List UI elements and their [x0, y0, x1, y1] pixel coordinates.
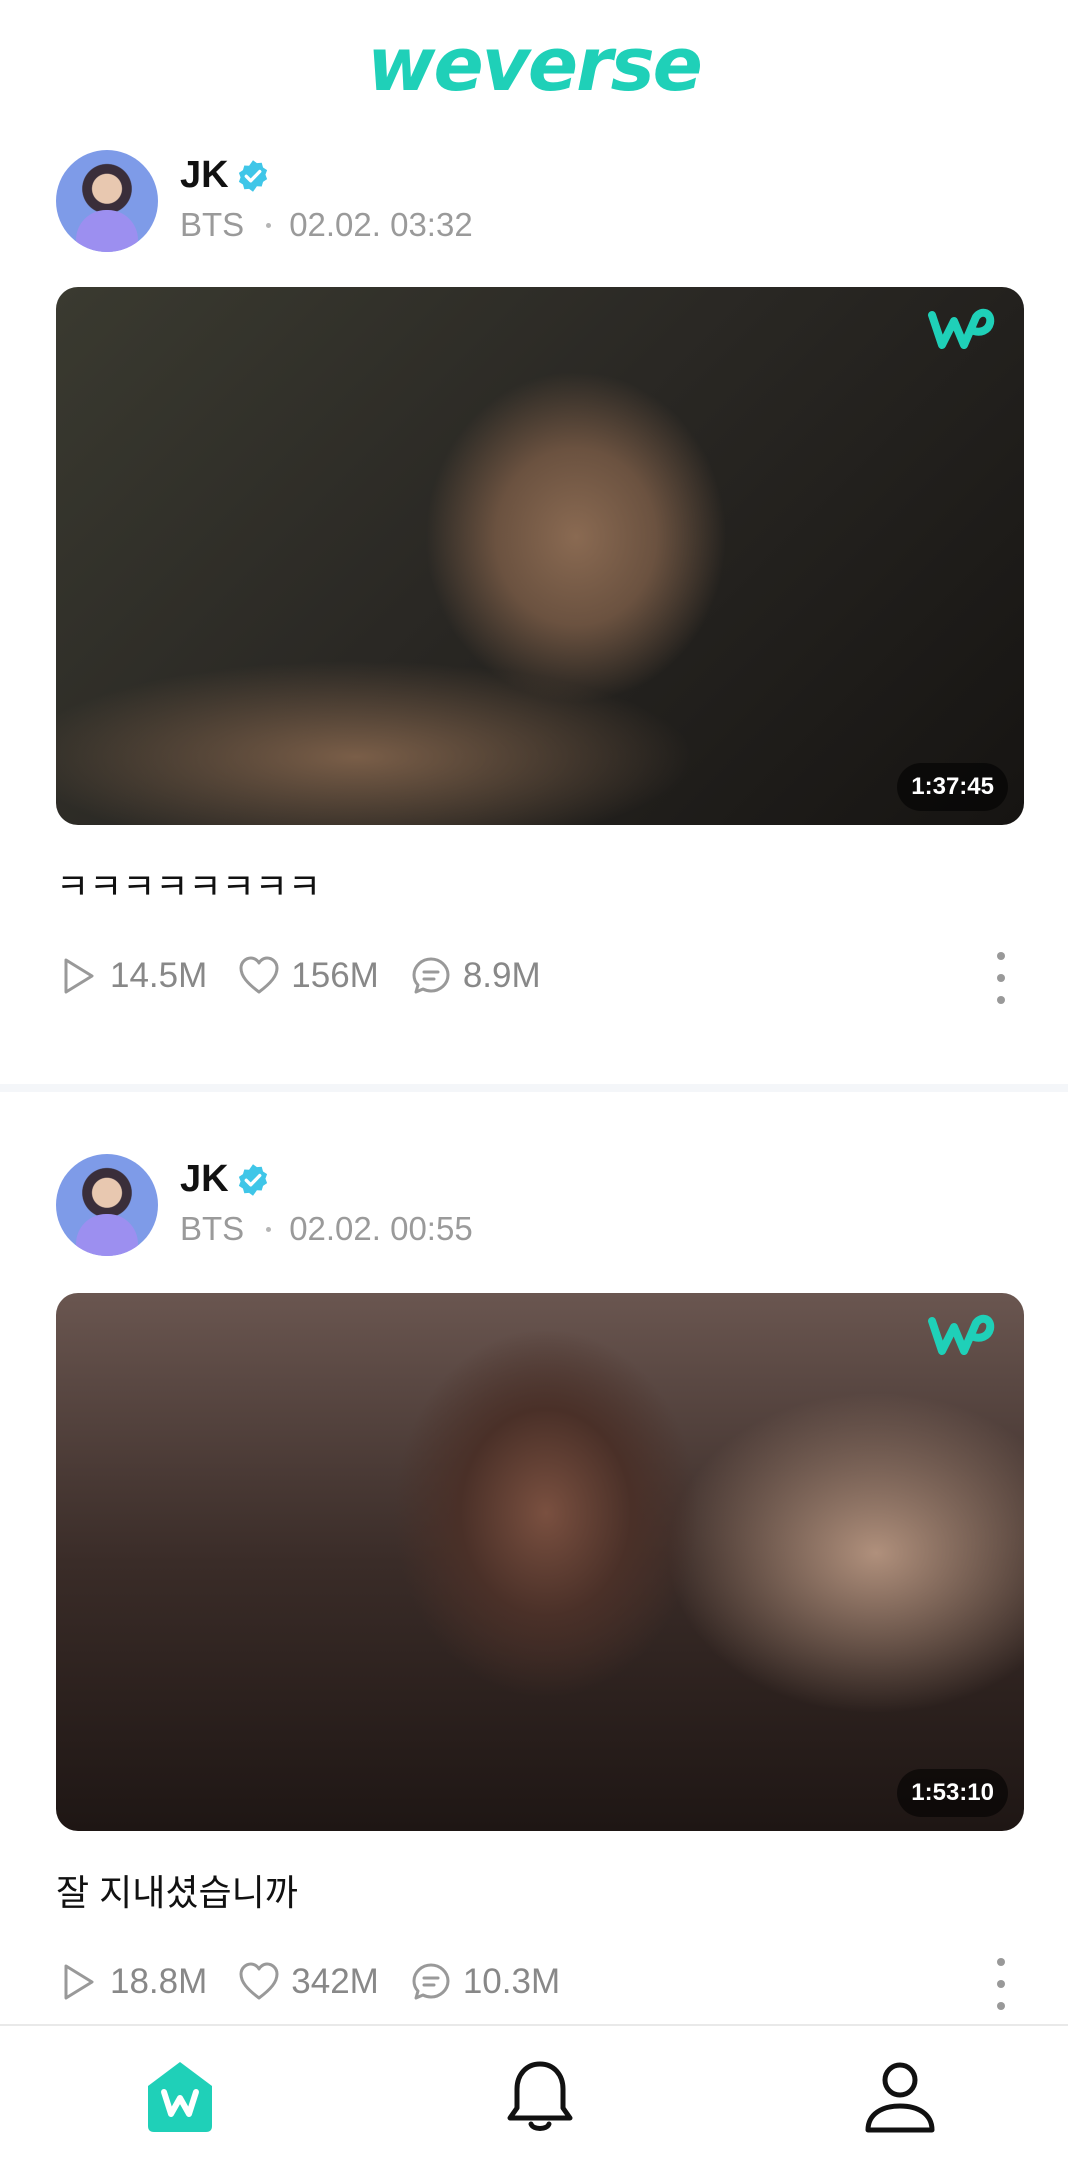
weverse-watermark-icon	[928, 308, 995, 349]
bell-icon	[507, 2061, 573, 2131]
bottom-navigation	[0, 2024, 1068, 2170]
play-icon	[64, 958, 94, 994]
post-header: JK BTS 02.02. 00:55	[56, 1154, 1016, 1264]
verified-badge-icon	[238, 1163, 267, 1196]
video-duration: 1:53:10	[897, 1769, 1008, 1817]
post-stats: 18.8M 342M 10.3M	[56, 1952, 1016, 2012]
post-timestamp: 02.02. 03:32	[289, 206, 473, 243]
profile-icon	[865, 2062, 935, 2133]
heart-icon	[239, 1962, 279, 2000]
author-label: JK	[180, 154, 229, 196]
heart-icon	[239, 956, 279, 994]
video-duration: 1:37:45	[897, 763, 1008, 811]
more-vertical-icon[interactable]	[986, 952, 1016, 1004]
group-name: BTS	[180, 206, 245, 243]
author-name[interactable]: JK	[180, 154, 271, 197]
author-label: JK	[180, 1158, 229, 1200]
like-count-value: 342M	[291, 1962, 379, 2001]
post-header: JK BTS 02.02. 03:32	[56, 150, 1016, 260]
like-button[interactable]: 156M	[237, 954, 379, 998]
weverse-watermark-icon	[928, 1314, 995, 1355]
tab-notifications[interactable]	[500, 2056, 580, 2136]
post-divider	[0, 1084, 1068, 1092]
post-meta: BTS 02.02. 03:32	[180, 206, 473, 244]
play-icon	[64, 1964, 94, 2000]
play-count-value: 14.5M	[110, 956, 208, 995]
post-meta: BTS 02.02. 00:55	[180, 1210, 473, 1248]
tab-profile[interactable]	[860, 2056, 940, 2136]
comment-count-value: 10.3M	[462, 1962, 561, 2001]
meta-separator	[266, 1226, 272, 1232]
play-count-value: 18.8M	[110, 1962, 208, 2001]
post-timestamp: 02.02. 00:55	[289, 1210, 473, 1247]
home-icon	[148, 2062, 212, 2132]
video-thumbnail[interactable]: 1:53:10	[56, 1293, 1024, 1831]
avatar[interactable]	[56, 1154, 158, 1256]
tab-home[interactable]	[140, 2056, 220, 2136]
post-caption[interactable]: 잘 지내셨습니까	[56, 1864, 298, 1916]
app-header: weverse	[0, 0, 1068, 140]
weverse-logo[interactable]: weverse	[367, 22, 703, 108]
meta-separator	[266, 222, 272, 228]
comment-button[interactable]: 8.9M	[409, 954, 541, 998]
video-thumbnail[interactable]: 1:37:45	[56, 287, 1024, 825]
post-caption[interactable]: ㅋㅋㅋㅋㅋㅋㅋㅋ	[56, 858, 321, 910]
comment-icon	[412, 957, 450, 994]
post-stats: 14.5M 156M 8.9M	[56, 946, 1016, 1006]
play-count: 14.5M	[56, 954, 207, 998]
comment-button[interactable]: 10.3M	[409, 1960, 560, 2004]
like-count-value: 156M	[291, 956, 379, 995]
play-count: 18.8M	[56, 1960, 207, 2004]
comment-count-value: 8.9M	[462, 956, 541, 995]
group-name: BTS	[180, 1210, 245, 1247]
comment-icon	[412, 1963, 450, 2000]
avatar[interactable]	[56, 150, 158, 252]
more-vertical-icon[interactable]	[986, 1958, 1016, 2010]
verified-badge-icon	[238, 159, 267, 192]
author-name[interactable]: JK	[180, 1158, 271, 1201]
like-button[interactable]: 342M	[237, 1960, 379, 2004]
